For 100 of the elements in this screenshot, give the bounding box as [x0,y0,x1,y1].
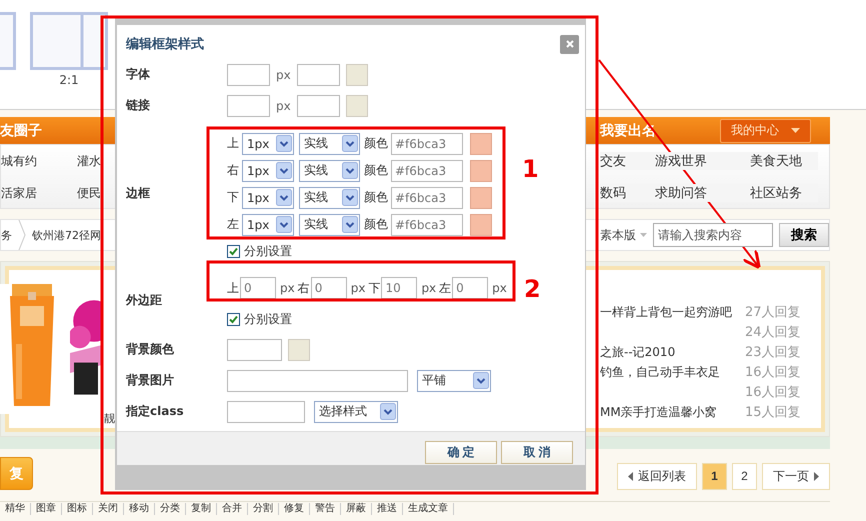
search-field[interactable]: 请输入搜索内容 [653,223,773,247]
moderation-link[interactable]: 复制 [186,503,217,515]
close-icon [566,40,574,48]
input-field[interactable]: 0 [310,277,347,299]
dropdown[interactable]: 1px [242,132,294,154]
moderation-link[interactable]: 分割 [248,503,279,515]
forum-link[interactable]: 活家居 [1,184,37,202]
dropdown[interactable]: 1px [242,186,294,208]
input-field[interactable]: 0 [240,277,276,299]
dialog-title: 编辑框架样式 [126,36,204,53]
dropdown[interactable]: 实线 [299,160,360,182]
moderation-link[interactable]: 图标 [62,503,93,515]
unit-label: px [492,281,507,295]
moderation-link[interactable]: 合并 [217,503,248,515]
checkbox[interactable] [227,312,240,326]
moderation-link[interactable]: 精华 [0,503,31,515]
chevron-down-icon [342,135,358,152]
back-to-list-button[interactable]: 返回列表 [617,462,697,490]
color-swatch[interactable] [288,338,310,360]
moderation-link[interactable]: 推送 [372,503,403,515]
moderation-link[interactable]: 修复 [279,503,310,515]
input-field[interactable] [296,94,340,116]
moderation-link[interactable]: 关闭 [93,503,124,515]
moderation-link[interactable]: 分类 [155,503,186,515]
page-button[interactable]: 1 [702,462,727,490]
chevron-down-icon [342,189,358,206]
moderation-link[interactable]: 生成文章 [403,503,454,515]
dropdown[interactable]: 实线 [299,214,360,236]
breadcrumb-link[interactable]: 务 [1,228,12,242]
post-title[interactable]: 一样背上背包一起穷游吧 [600,304,745,320]
input-field[interactable]: #f6bca3 [391,186,463,208]
input-field[interactable]: 0 [452,277,488,299]
checkbox[interactable] [227,244,240,258]
side-label: 下 [227,189,239,206]
forum-link[interactable]: 城有约 [1,152,37,170]
unit-label: px [421,281,436,295]
moderation-link[interactable]: 移动 [124,503,155,515]
thumbnail-caption: 2:1 [59,73,79,87]
chevron-down-icon [276,135,292,152]
caret-icon [791,128,800,133]
input-field[interactable] [227,400,305,422]
field-label: 背景颜色 [126,341,175,358]
field-label: 链接 [126,97,151,114]
caret-icon [640,233,647,237]
input-field[interactable] [227,370,408,392]
image-caption: 靓 [104,411,115,426]
dialog-button[interactable]: 取 消 [501,441,573,464]
chevron-down-icon [342,216,358,233]
annotation-number: 1 [522,157,539,181]
dropdown[interactable]: 实线 [299,186,360,208]
search-scope-dropdown[interactable]: 素本版 [600,226,647,244]
forum-link[interactable]: 便民 [77,184,101,202]
chevron-down-icon [276,162,292,179]
forum-link[interactable]: 美食天地 [750,152,818,170]
color-swatch[interactable] [470,214,492,236]
dropdown[interactable]: 选择样式 [314,400,398,422]
color-swatch[interactable] [346,64,368,86]
triangle-right-icon [814,472,819,480]
side-label: 左 [227,216,239,233]
dropdown[interactable]: 1px [242,214,294,236]
unit-label: px [350,281,366,295]
close-button[interactable] [560,34,579,54]
input-field[interactable] [227,338,282,360]
breadcrumb-link[interactable]: 钦州港72径网 [32,228,101,242]
color-swatch[interactable] [470,132,492,154]
field-label: 颜色 [364,162,388,179]
forum-link[interactable]: 游戏世界 [655,152,750,170]
color-swatch[interactable] [470,186,492,208]
color-swatch[interactable] [346,94,368,116]
field-label: 颜色 [364,189,388,206]
input-field[interactable]: 10 [381,277,418,299]
input-field[interactable]: #f6bca3 [391,132,463,154]
moderation-link[interactable]: 屏蔽 [341,503,372,515]
forum-link[interactable]: 交友 [600,152,655,170]
field-label: 字体 [126,66,151,83]
color-swatch[interactable] [470,160,492,182]
post-title[interactable]: 之旅--记2010 [600,344,745,360]
dropdown[interactable]: 1px [242,160,294,182]
reply-count: 16人回复 [745,384,801,401]
input-field[interactable]: #f6bca3 [391,160,463,182]
dropdown[interactable]: 实线 [299,132,360,154]
input-field[interactable] [296,64,340,86]
chevron-down-icon [473,372,489,389]
input-field[interactable] [227,94,270,116]
input-field[interactable]: #f6bca3 [391,214,463,236]
forum-link[interactable]: 灌水 [77,152,101,170]
post-title[interactable]: MM亲手打造温馨小窝 [600,404,745,420]
chevron-down-icon [276,189,292,206]
dialog-button[interactable]: 确 定 [425,441,497,464]
search-button[interactable]: 搜索 [779,223,829,247]
post-title[interactable]: 钓鱼，自己动手丰衣足 [600,364,745,380]
page-button[interactable]: 2 [732,462,757,490]
unit-label: px [280,281,295,295]
field-label: 外边距 [126,292,163,308]
input-field[interactable] [227,64,270,86]
reply-count: 16人回复 [745,364,801,381]
dropdown[interactable]: 平铺 [417,370,491,392]
next-page-button[interactable]: 下一页 [762,462,830,490]
moderation-link[interactable]: 警告 [310,503,341,515]
moderation-link[interactable]: 图章 [31,503,62,515]
